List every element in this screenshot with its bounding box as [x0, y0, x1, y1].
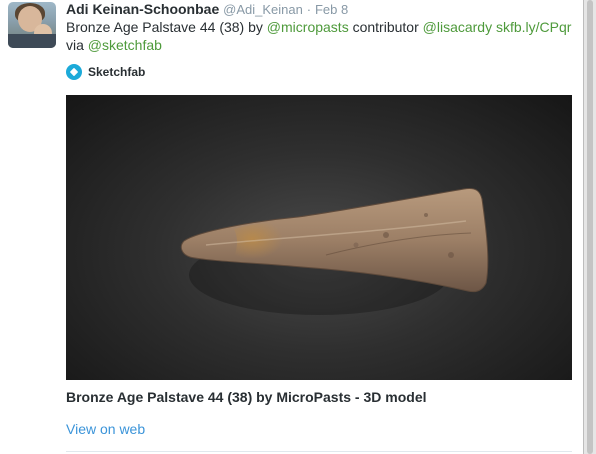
tweet-text: Bronze Age Palstave 44 (38) by @micropas…: [66, 18, 578, 54]
divider: [66, 451, 572, 452]
avatar-shirt: [8, 34, 56, 48]
card-media-3d-viewer[interactable]: [66, 95, 572, 380]
short-link[interactable]: skfb.ly/CPqr: [496, 19, 571, 35]
time-separator: ·: [306, 2, 312, 17]
sketchfab-logo-icon: [66, 64, 82, 80]
scrollbar-thumb[interactable]: [587, 0, 593, 454]
tweet-text-part: contributor: [348, 19, 423, 35]
tweet-header: Adi Keinan-Schoonbae @Adi_Keinan · Feb 8: [66, 0, 348, 19]
view-on-web-link[interactable]: View on web: [66, 421, 145, 437]
palstave-3d-model-image: [180, 188, 489, 315]
card-source[interactable]: Sketchfab: [66, 62, 145, 82]
card-source-name: Sketchfab: [88, 65, 146, 79]
tweet: Adi Keinan-Schoonbae @Adi_Keinan · Feb 8…: [0, 0, 584, 454]
author-name[interactable]: Adi Keinan-Schoonbae: [66, 1, 219, 17]
mention-micropasts[interactable]: @micropasts: [267, 19, 349, 35]
tweet-timestamp[interactable]: Feb 8: [315, 2, 348, 17]
tweet-text-part: Bronze Age Palstave 44 (38) by: [66, 19, 267, 35]
author-handle[interactable]: @Adi_Keinan: [223, 2, 303, 17]
avatar[interactable]: [8, 2, 56, 48]
mention-lisacardy[interactable]: @lisacardy: [423, 19, 492, 35]
mention-sketchfab[interactable]: @sketchfab: [88, 37, 162, 53]
card-title[interactable]: Bronze Age Palstave 44 (38) by MicroPast…: [66, 389, 427, 405]
tweet-text-part: via: [66, 37, 88, 53]
page-scrollbar[interactable]: [583, 0, 596, 454]
